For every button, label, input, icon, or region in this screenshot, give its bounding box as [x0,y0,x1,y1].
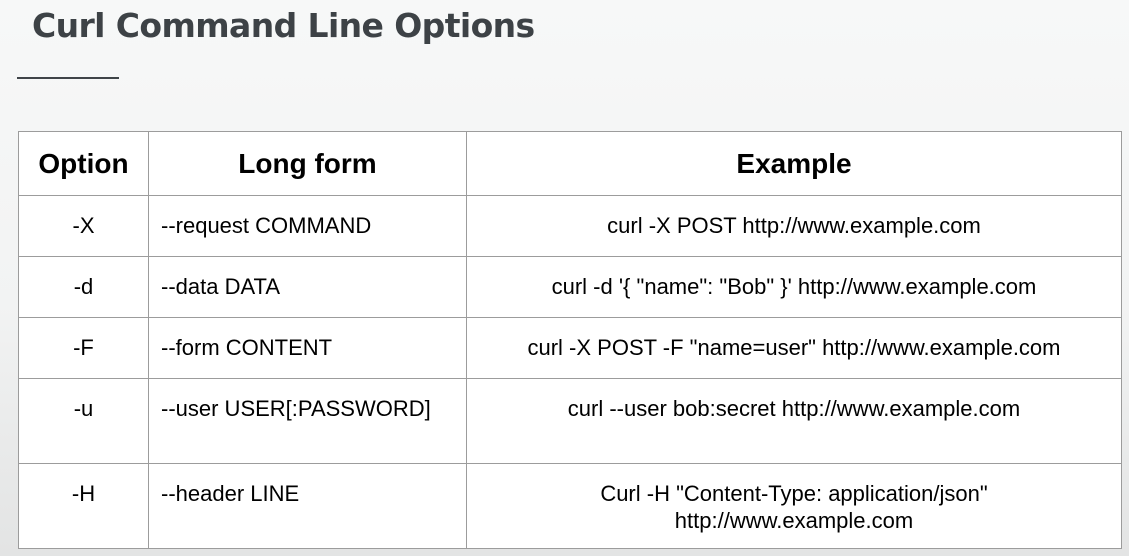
example-cell: curl -X POST -F "name=user" http://www.e… [466,317,1122,379]
example-cell: curl -X POST http://www.example.com [466,195,1122,257]
example-cell: curl -d '{ "name": "Bob" }' http://www.e… [466,256,1122,318]
long-form-cell: --data DATA [148,256,467,318]
table-row: -u --user USER[:PASSWORD] curl --user bo… [18,378,1122,464]
header-long-form: Long form [148,131,467,196]
example-cell: Curl -H "Content-Type: application/json"… [466,463,1122,549]
curl-options-table: Option Long form Example -X --request CO… [18,131,1122,549]
table-row: -X --request COMMAND curl -X POST http:/… [18,195,1122,257]
table-row: -d --data DATA curl -d '{ "name": "Bob" … [18,256,1122,318]
slide-title: Curl Command Line Options [32,6,535,45]
option-cell: -u [18,378,149,464]
table-row: -F --form CONTENT curl -X POST -F "name=… [18,317,1122,379]
table-row: -H --header LINE Curl -H "Content-Type: … [18,463,1122,549]
long-form-cell: --form CONTENT [148,317,467,379]
option-cell: -H [18,463,149,549]
header-option: Option [18,131,149,196]
example-cell: curl --user bob:secret http://www.exampl… [466,378,1122,464]
title-underline [17,77,119,79]
long-form-cell: --request COMMAND [148,195,467,257]
option-cell: -d [18,256,149,318]
long-form-cell: --header LINE [148,463,467,549]
long-form-cell: --user USER[:PASSWORD] [148,378,467,464]
option-cell: -X [18,195,149,257]
header-example: Example [466,131,1122,196]
option-cell: -F [18,317,149,379]
table-header-row: Option Long form Example [18,131,1122,196]
